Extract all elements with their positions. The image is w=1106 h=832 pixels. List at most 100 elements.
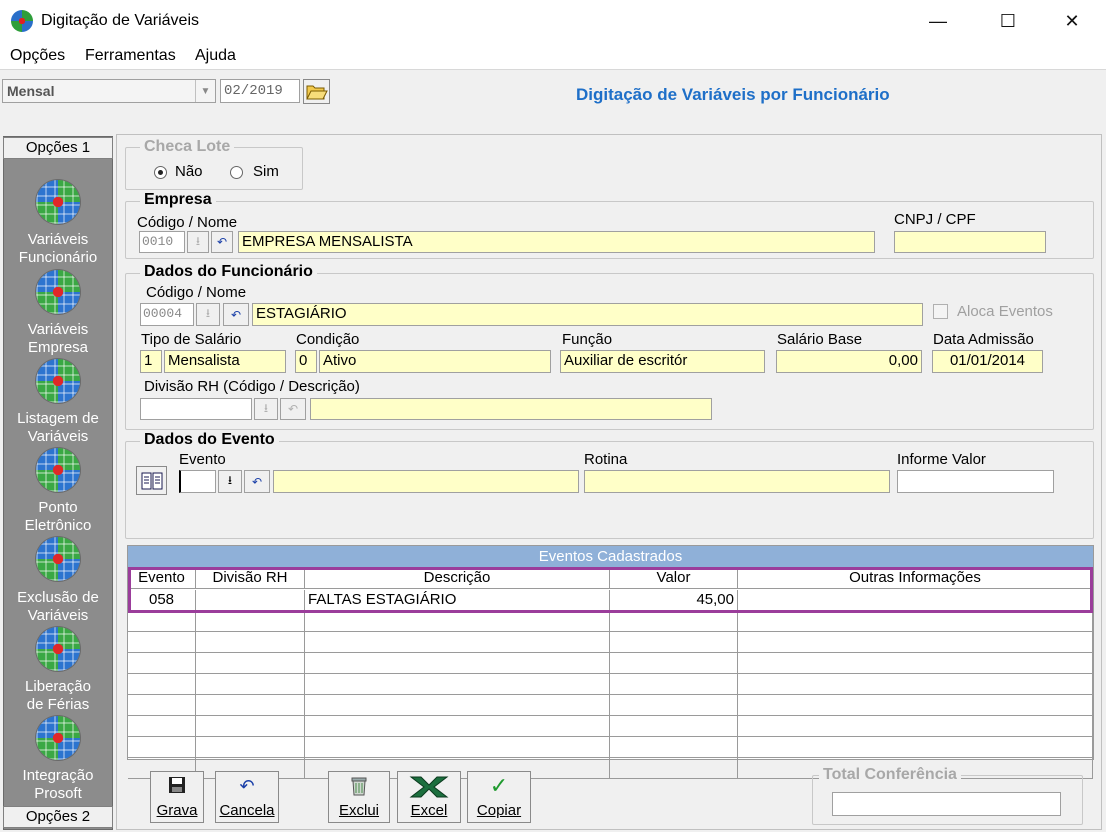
divisao-rh-desc-field[interactable] — [310, 398, 712, 420]
empty-cell — [305, 695, 610, 716]
exclui-label: Exclui — [338, 802, 379, 819]
cnpj-label: CNPJ / CPF — [894, 211, 976, 228]
funcionario-lookup-icon[interactable]: ⭳ — [196, 303, 220, 326]
empresa-legend: Empresa — [140, 191, 216, 209]
sidebar-tab-opcoes-2[interactable]: Opções 2 — [3, 806, 113, 828]
grid-title: Eventos Cadastrados — [128, 546, 1093, 568]
liberacao-ferias-icon[interactable] — [36, 627, 80, 671]
total-conferencia-field[interactable] — [832, 792, 1061, 816]
empty-cell — [196, 653, 305, 674]
sidebar-item-exclusao-variaveis[interactable]: Exclusão de Variáveis — [3, 589, 113, 625]
empty-cell — [128, 674, 196, 695]
sidebar-item-ponto-eletronico[interactable]: Ponto Eletrônico — [3, 499, 113, 535]
rotina-field[interactable] — [584, 470, 890, 493]
sidebar-item-liberacao-ferias[interactable]: Liberação de Férias — [3, 678, 113, 714]
empty-cell — [196, 674, 305, 695]
undo-icon: ↶ — [239, 776, 255, 796]
open-folder-button[interactable] — [303, 79, 330, 104]
aloca-eventos-checkbox[interactable] — [933, 304, 948, 319]
salario-base-field[interactable]: 0,00 — [776, 350, 922, 373]
empty-cell — [305, 611, 610, 632]
minimize-button[interactable]: — — [915, 0, 961, 42]
divisao-rh-code-field[interactable] — [140, 398, 252, 420]
cancela-button[interactable]: ↶ Cancela — [215, 771, 279, 823]
exclusao-variaveis-icon[interactable] — [36, 537, 80, 581]
funcionario-legend: Dados do Funcionário — [140, 263, 317, 281]
empty-cell — [128, 611, 196, 632]
period-type-select[interactable]: Mensal ▼ — [2, 79, 216, 103]
radio-nao[interactable] — [154, 166, 167, 179]
empty-cell — [196, 737, 305, 758]
ponto-eletronico-icon[interactable] — [36, 448, 80, 492]
funcionario-code-field[interactable]: 00004 — [140, 303, 194, 326]
menu-opcoes[interactable]: Opções — [10, 47, 65, 65]
event-book-button[interactable] — [136, 466, 167, 495]
maximize-button[interactable]: ☐ — [985, 0, 1031, 42]
empty-cell — [738, 611, 1093, 632]
empresa-name-field[interactable]: EMPRESA MENSALISTA — [238, 231, 875, 253]
evento-desc-field[interactable] — [273, 470, 579, 493]
trash-icon — [329, 775, 389, 802]
funcionario-undo-icon[interactable]: ↶ — [223, 303, 249, 326]
evento-lookup-icon[interactable]: ⭳ — [218, 470, 242, 493]
cancela-label: Cancela — [219, 802, 275, 819]
data-admissao-field[interactable]: 01/01/2014 — [932, 350, 1043, 373]
window-title: Digitação de Variáveis — [41, 12, 200, 29]
menu-ajuda[interactable]: Ajuda — [195, 47, 236, 65]
funcao-field[interactable]: Auxiliar de escritór — [560, 350, 765, 373]
condicao-code[interactable]: 0 — [295, 350, 317, 373]
sidebar-item-variaveis-empresa[interactable]: Variáveis Empresa — [3, 321, 113, 357]
empty-cell — [128, 716, 196, 737]
radio-sim[interactable] — [230, 166, 243, 179]
variaveis-funcionario-icon[interactable] — [36, 180, 80, 224]
menu-ferramentas[interactable]: Ferramentas — [85, 47, 176, 65]
grava-label: Grava — [156, 802, 198, 819]
divisao-lookup-icon[interactable]: ⭳ — [254, 398, 278, 420]
empresa-lookup-icon[interactable]: ⭳ — [187, 231, 209, 253]
sidebar-item-listagem-variaveis[interactable]: Listagem de Variáveis — [3, 410, 113, 446]
total-conferencia-legend: Total Conferência — [819, 766, 961, 784]
exclui-button[interactable]: Exclui — [328, 771, 390, 823]
salario-base-label: Salário Base — [777, 331, 863, 348]
integracao-prosoft-icon[interactable] — [36, 716, 80, 760]
page-title: Digitação de Variáveis por Funcionário — [576, 85, 890, 104]
chevron-down-icon[interactable]: ▼ — [195, 80, 215, 102]
empty-cell — [738, 653, 1093, 674]
sidebar-item-variaveis-funcionario[interactable]: Variáveis Funcionário — [3, 231, 113, 267]
tipo-salario-field[interactable]: Mensalista — [164, 350, 286, 373]
funcionario-code-label: Código / Nome — [146, 284, 247, 301]
divisao-undo-icon[interactable]: ↶ — [280, 398, 306, 420]
funcionario-name-field[interactable]: ESTAGIÁRIO — [252, 303, 923, 326]
empty-cell — [610, 632, 738, 653]
condicao-field[interactable]: Ativo — [319, 350, 551, 373]
evento-undo-icon[interactable]: ↶ — [244, 470, 270, 493]
empty-cell — [128, 737, 196, 758]
variaveis-empresa-icon[interactable] — [36, 270, 80, 314]
tipo-salario-label: Tipo de Salário — [141, 331, 242, 348]
sidebar-tab-opcoes-1[interactable]: Opções 1 — [3, 137, 113, 159]
tipo-salario-code[interactable]: 1 — [140, 350, 162, 373]
empty-cell — [305, 737, 610, 758]
empresa-undo-icon[interactable]: ↶ — [211, 231, 233, 253]
empresa-code-field[interactable]: 0010 — [139, 231, 185, 253]
empty-cell — [305, 632, 610, 653]
empty-cell — [305, 716, 610, 737]
empty-cell — [738, 632, 1093, 653]
empty-cell — [305, 674, 610, 695]
cnpj-field[interactable] — [894, 231, 1046, 253]
app-logo-icon — [11, 10, 33, 32]
grava-button[interactable]: Grava — [150, 771, 204, 823]
evento-code-field[interactable] — [179, 470, 216, 493]
empty-cell — [196, 632, 305, 653]
divisao-rh-label: Divisão RH (Código / Descrição) — [144, 378, 360, 395]
sidebar-item-integracao-prosoft[interactable]: Integração Prosoft — [3, 767, 113, 803]
copiar-button[interactable]: ✓ Copiar — [467, 771, 531, 823]
close-button[interactable]: ✕ — [1049, 0, 1095, 42]
period-input[interactable]: 02/2019 — [220, 79, 300, 103]
excel-button[interactable]: Excel — [397, 771, 461, 823]
empty-cell — [128, 695, 196, 716]
evento-legend: Dados do Evento — [140, 431, 279, 449]
listagem-variaveis-icon[interactable] — [36, 359, 80, 403]
radio-sim-label: Sim — [253, 163, 279, 180]
informe-valor-field[interactable] — [897, 470, 1054, 493]
